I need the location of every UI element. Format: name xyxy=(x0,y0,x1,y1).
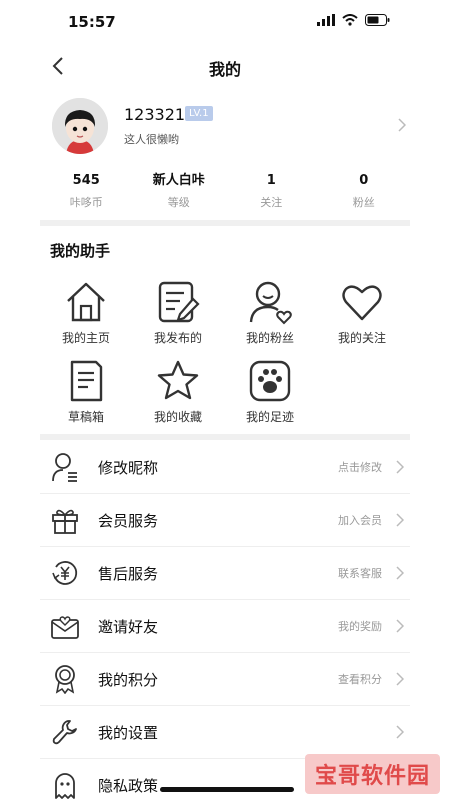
user-bio: 这人很懒哟 xyxy=(124,133,179,146)
assistant-item-label: 我的主页 xyxy=(61,331,110,345)
page-title: 我的 xyxy=(208,60,241,79)
stat-value: 0 xyxy=(359,173,369,188)
assistant-item-posts[interactable]: 我发布的 xyxy=(132,279,224,346)
menu-item-label: 隐私政策 xyxy=(98,777,159,795)
status-bar: 15:57 xyxy=(0,0,450,44)
stat-following[interactable]: 1 关注 xyxy=(225,172,318,216)
avatar-image xyxy=(52,98,108,154)
assistant-item-label: 我的足迹 xyxy=(245,410,294,424)
chevron-right-icon xyxy=(396,566,404,580)
assistant-item-fans[interactable]: 我的粉丝 xyxy=(224,279,316,346)
stat-fans[interactable]: 0 粉丝 xyxy=(318,172,411,216)
menu-item-label: 售后服务 xyxy=(98,564,159,583)
assistant-item-label: 我的关注 xyxy=(337,331,386,345)
home-icon xyxy=(67,282,105,322)
invite-mail-icon xyxy=(50,611,80,641)
draft-icon xyxy=(70,360,103,402)
assistant-item-homepage[interactable]: 我的主页 xyxy=(40,279,132,346)
menu-item-hint: 我的奖励 xyxy=(338,620,382,633)
stat-label: 咔哆币 xyxy=(69,196,103,209)
menu-item-invite-friends[interactable]: 邀请好友 我的奖励 xyxy=(40,600,410,653)
profile-card[interactable]: 123321 LV.1 这人很懒哟 xyxy=(40,98,410,160)
assistant-item-label: 草稿箱 xyxy=(67,410,104,424)
wifi-icon xyxy=(342,14,358,26)
stats-row: 545 咔哆币 新人白咔 等级 1 关注 0 粉丝 xyxy=(40,172,410,216)
menu-item-points[interactable]: 我的积分 查看积分 xyxy=(40,653,410,706)
stat-coins[interactable]: 545 咔哆币 xyxy=(40,172,133,216)
menu-item-edit-nickname[interactable]: 修改昵称 点击修改 xyxy=(40,441,410,494)
menu-item-label: 会员服务 xyxy=(98,511,159,530)
section-divider xyxy=(40,434,410,440)
assistant-item-favorites[interactable]: 我的收藏 xyxy=(132,358,224,425)
stat-level[interactable]: 新人白咔 等级 xyxy=(133,172,226,216)
menu-item-label: 我的积分 xyxy=(98,670,159,689)
assistant-item-following[interactable]: 我的关注 xyxy=(316,279,408,346)
menu-item-label: 修改昵称 xyxy=(98,458,159,477)
stat-label: 等级 xyxy=(167,196,190,209)
assistant-title: 我的助手 xyxy=(50,242,111,260)
settings-menu: 修改昵称 点击修改 会员服务 加入会员 售后服务 联系客服 邀请好友 我的奖励 … xyxy=(40,441,410,800)
fans-icon xyxy=(249,281,292,325)
chevron-right-icon xyxy=(398,118,406,132)
wrench-icon xyxy=(50,717,80,747)
menu-item-hint: 加入会员 xyxy=(338,514,382,527)
star-icon xyxy=(157,360,199,400)
stat-label: 关注 xyxy=(260,196,283,209)
status-time: 15:57 xyxy=(68,13,116,31)
cellular-signal-icon xyxy=(317,14,335,26)
assistant-item-label: 我的粉丝 xyxy=(245,331,294,345)
battery-icon xyxy=(365,14,390,26)
assistant-item-label: 我的收藏 xyxy=(153,410,202,424)
assistant-item-drafts[interactable]: 草稿箱 xyxy=(40,358,132,425)
edit-note-icon xyxy=(158,281,200,323)
section-divider xyxy=(40,220,410,226)
menu-item-label: 邀请好友 xyxy=(98,617,159,636)
yen-service-icon xyxy=(50,558,80,588)
paw-icon xyxy=(249,360,291,402)
status-icons xyxy=(317,14,390,26)
nav-bar: 我的 xyxy=(0,44,450,88)
home-indicator xyxy=(160,787,294,792)
user-name: 123321 xyxy=(124,105,186,124)
medal-icon xyxy=(50,664,80,694)
level-badge: LV.1 xyxy=(185,106,213,121)
menu-item-settings[interactable]: 我的设置 xyxy=(40,706,410,759)
chevron-right-icon xyxy=(396,460,404,474)
menu-item-membership[interactable]: 会员服务 加入会员 xyxy=(40,494,410,547)
menu-item-label: 我的设置 xyxy=(98,723,159,742)
menu-item-hint: 联系客服 xyxy=(338,567,382,580)
nickname-icon xyxy=(50,452,80,482)
stat-value: 545 xyxy=(72,173,100,188)
ghost-icon xyxy=(50,771,80,800)
menu-item-after-sales[interactable]: 售后服务 联系客服 xyxy=(40,547,410,600)
stat-label: 粉丝 xyxy=(352,196,375,209)
chevron-right-icon xyxy=(396,725,404,739)
stat-value: 1 xyxy=(266,173,276,188)
menu-item-hint: 查看积分 xyxy=(338,673,382,686)
assistant-item-footprints[interactable]: 我的足迹 xyxy=(224,358,316,425)
chevron-right-icon xyxy=(396,513,404,527)
chevron-right-icon xyxy=(396,619,404,633)
watermark: 宝哥软件园 xyxy=(305,754,440,794)
assistant-item-label: 我发布的 xyxy=(153,331,202,345)
watermark-text: 宝哥软件园 xyxy=(314,764,430,789)
heart-icon xyxy=(342,285,382,321)
gift-icon xyxy=(50,505,80,535)
chevron-right-icon xyxy=(396,672,404,686)
menu-item-hint: 点击修改 xyxy=(338,461,382,474)
avatar[interactable] xyxy=(52,98,108,154)
stat-value: 新人白咔 xyxy=(152,173,205,188)
